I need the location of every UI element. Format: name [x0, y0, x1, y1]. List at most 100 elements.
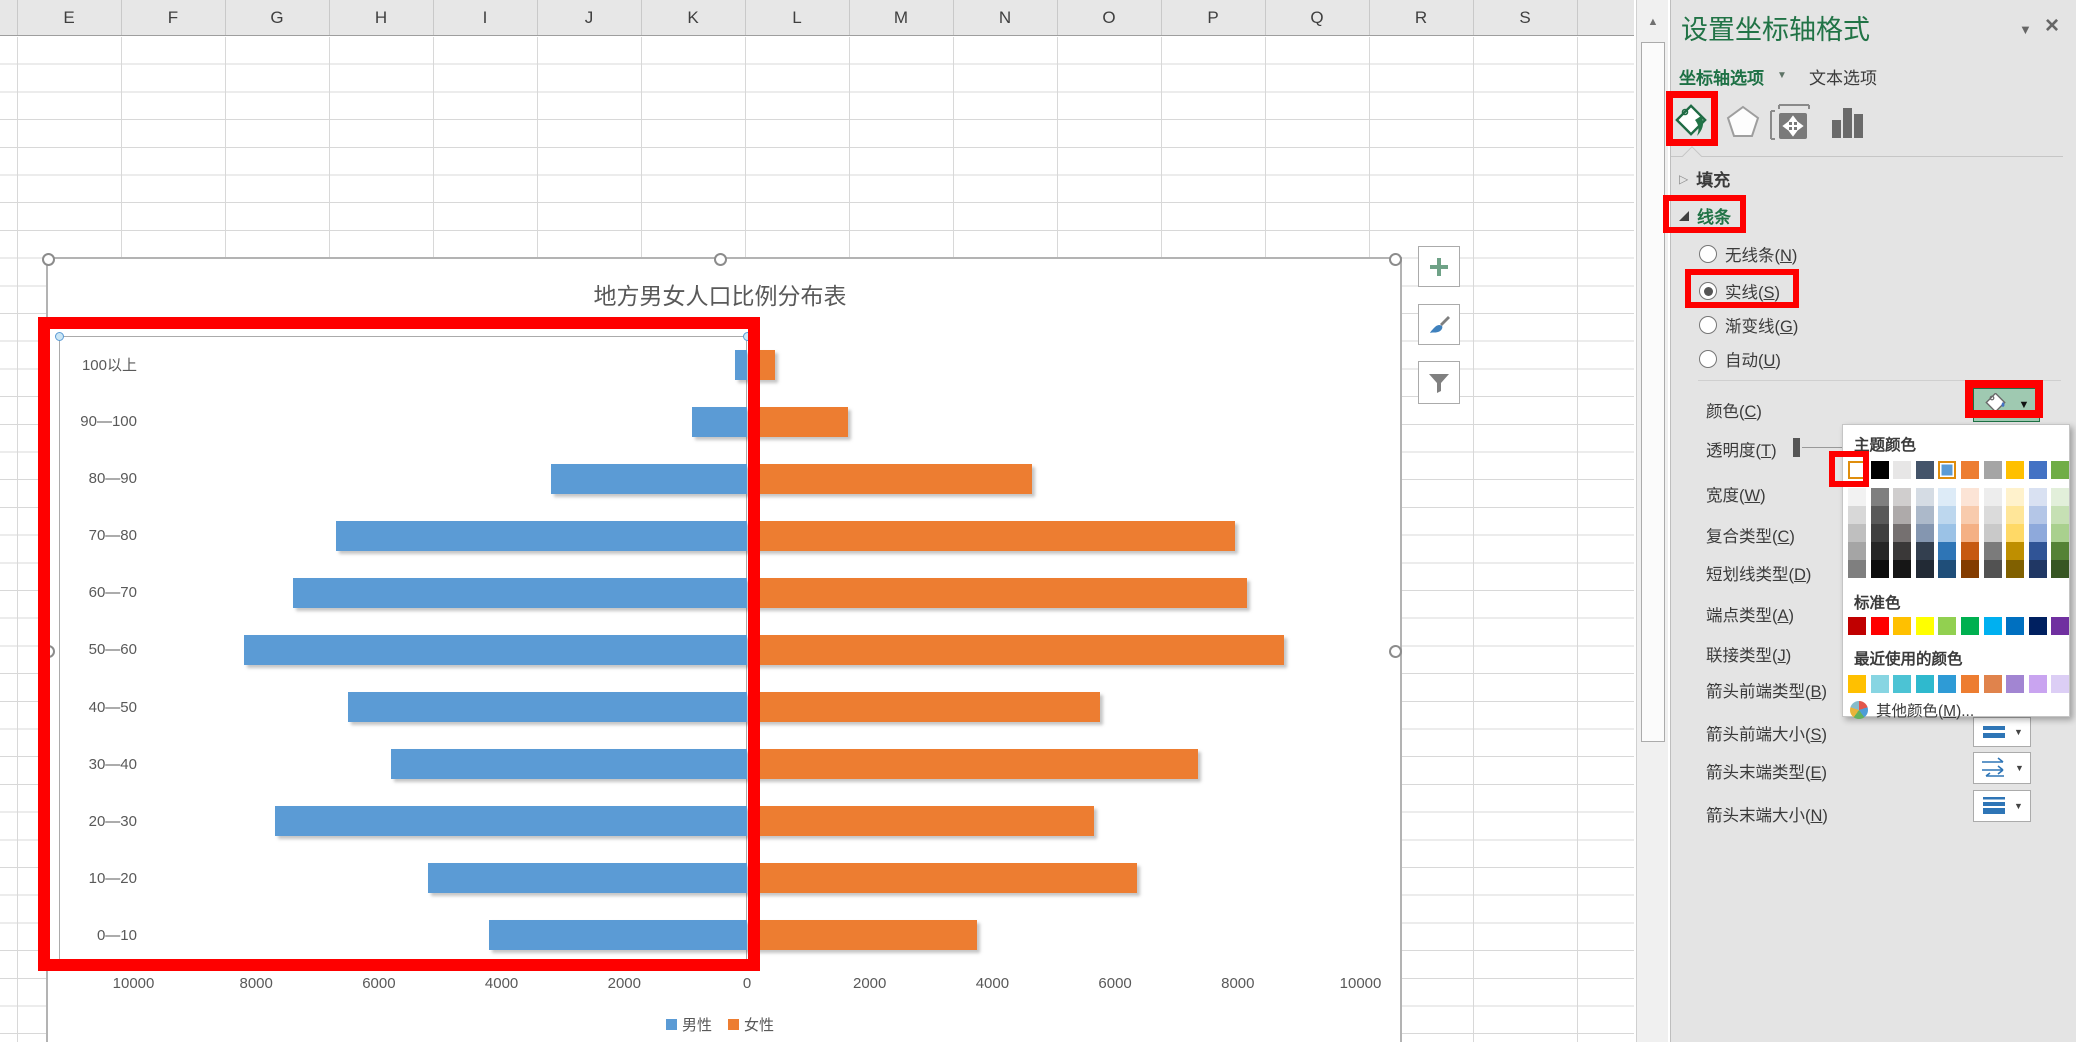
- transparency-slider-track[interactable]: [1802, 447, 1843, 448]
- axis-tick-label[interactable]: 0: [712, 975, 782, 992]
- chevron-down-icon[interactable]: ▼: [2019, 22, 2032, 37]
- color-swatch[interactable]: [1915, 524, 1934, 542]
- bar-male-50—60[interactable]: [243, 634, 747, 665]
- color-swatch[interactable]: [2006, 506, 2025, 524]
- color-swatch[interactable]: [2028, 675, 2047, 693]
- fill-section-header[interactable]: ▷ 填充: [1679, 166, 1730, 191]
- color-swatch[interactable]: [2006, 461, 2025, 479]
- close-icon[interactable]: ×: [2045, 12, 2059, 40]
- axis-tick-label[interactable]: 8000: [221, 975, 291, 992]
- color-swatch[interactable]: [2051, 617, 2070, 635]
- color-swatch[interactable]: [2028, 617, 2047, 635]
- bar-female-70—80[interactable]: [750, 520, 1235, 551]
- radio-实线(S)[interactable]: 实线(S): [1699, 279, 1780, 303]
- category-label[interactable]: 90—100: [56, 393, 137, 450]
- bar-male-0—10[interactable]: [489, 920, 747, 951]
- fill-line-tab[interactable]: [1671, 96, 1717, 148]
- category-label[interactable]: 20—30: [56, 793, 137, 850]
- color-swatch[interactable]: [1915, 560, 1934, 578]
- chart-resize-handle[interactable]: [1389, 645, 1402, 658]
- bar-male-30—40[interactable]: [391, 749, 747, 780]
- line-color-button[interactable]: ▼: [1973, 388, 2040, 422]
- color-swatch[interactable]: [2051, 506, 2070, 524]
- color-swatch[interactable]: [1848, 560, 1866, 578]
- scrollbar-up-button[interactable]: ▲: [1640, 8, 1666, 36]
- tab-dropdown-icon[interactable]: ▼: [1777, 70, 1787, 81]
- color-swatch[interactable]: [2006, 488, 2025, 506]
- category-label[interactable]: 100以上: [56, 336, 137, 393]
- category-label[interactable]: 10—20: [56, 850, 137, 907]
- color-swatch[interactable]: [1848, 542, 1866, 560]
- radio-circle[interactable]: [1699, 350, 1717, 368]
- scrollbar-thumb[interactable]: [1641, 42, 1665, 742]
- color-swatch[interactable]: [1915, 675, 1934, 693]
- column-header-K[interactable]: K: [641, 0, 745, 36]
- axis-tick-label[interactable]: 2000: [835, 975, 905, 992]
- bar-male-10—20[interactable]: [427, 863, 747, 894]
- column-header-L[interactable]: L: [745, 0, 849, 36]
- radio-circle[interactable]: [1699, 316, 1717, 334]
- color-swatch[interactable]: [2051, 488, 2070, 506]
- axis-options-tab[interactable]: [1825, 96, 1871, 148]
- color-swatch[interactable]: [1870, 524, 1889, 542]
- tab-text-options[interactable]: 文本选项: [1809, 64, 1877, 89]
- color-swatch[interactable]: [1893, 506, 1912, 524]
- color-swatch[interactable]: [2006, 675, 2025, 693]
- color-swatch[interactable]: [1848, 617, 1866, 635]
- color-swatch[interactable]: [2028, 506, 2047, 524]
- effects-tab[interactable]: [1720, 96, 1766, 148]
- bar-female-40—50[interactable]: [750, 692, 1100, 723]
- legend-item-男性[interactable]: 男性: [665, 1014, 712, 1035]
- bar-male-80—90[interactable]: [550, 463, 747, 494]
- column-header-N[interactable]: N: [953, 0, 1057, 36]
- color-swatch[interactable]: [2028, 461, 2047, 479]
- color-swatch[interactable]: [1983, 488, 2002, 506]
- legend-item-女性[interactable]: 女性: [728, 1014, 774, 1035]
- color-swatch[interactable]: [1938, 617, 1957, 635]
- bar-female-30—40[interactable]: [750, 749, 1198, 780]
- color-swatch[interactable]: [1938, 542, 1957, 560]
- column-header-M[interactable]: M: [849, 0, 953, 36]
- category-label[interactable]: 80—90: [56, 450, 137, 507]
- bar-male-20—30[interactable]: [274, 806, 747, 837]
- color-swatch[interactable]: [1983, 675, 2002, 693]
- color-swatch[interactable]: [1848, 488, 1866, 506]
- chart-elements-button[interactable]: [1418, 246, 1460, 287]
- chart-title[interactable]: 地方男女人口比例分布表: [48, 277, 1392, 311]
- color-swatch[interactable]: [1893, 675, 1912, 693]
- color-swatch[interactable]: [1915, 506, 1934, 524]
- axis-tick-label[interactable]: 8000: [1203, 975, 1273, 992]
- color-swatch[interactable]: [2028, 524, 2047, 542]
- bar-male-60—70[interactable]: [293, 577, 747, 608]
- color-swatch[interactable]: [1848, 524, 1866, 542]
- axis-tick-label[interactable]: 10000: [1326, 975, 1396, 992]
- chart-legend[interactable]: 男性 女性: [48, 1014, 1392, 1035]
- chart-styles-button[interactable]: [1418, 304, 1460, 345]
- color-swatch[interactable]: [1961, 488, 1979, 506]
- column-header-P[interactable]: P: [1161, 0, 1265, 36]
- column-headers[interactable]: EFGHIJKLMNOPQRS: [0, 0, 1634, 36]
- axis-tick-label[interactable]: 4000: [467, 975, 537, 992]
- axis-selection-handle[interactable]: [55, 960, 64, 969]
- axis-tick-label[interactable]: 4000: [957, 975, 1027, 992]
- color-swatch[interactable]: [1893, 488, 1912, 506]
- column-header-G[interactable]: G: [225, 0, 329, 36]
- arrow-end-size-dropdown[interactable]: ▼: [1973, 790, 2031, 822]
- axis-tick-label[interactable]: 6000: [344, 975, 414, 992]
- chart-filters-button[interactable]: [1418, 361, 1460, 404]
- bar-female-0—10[interactable]: [750, 920, 977, 951]
- bar-male-40—50[interactable]: [348, 692, 747, 723]
- column-header-H[interactable]: H: [329, 0, 433, 36]
- column-header-Q[interactable]: Q: [1265, 0, 1369, 36]
- chart-resize-handle[interactable]: [42, 253, 55, 266]
- color-swatch[interactable]: [1893, 560, 1912, 578]
- category-label[interactable]: 60—70: [56, 564, 137, 621]
- color-swatch[interactable]: [1870, 617, 1889, 635]
- axis-selection-handle[interactable]: [743, 332, 752, 341]
- color-swatch[interactable]: [1915, 488, 1934, 506]
- axis-selection-handle[interactable]: [55, 332, 64, 341]
- column-header-I[interactable]: I: [433, 0, 537, 36]
- color-swatch[interactable]: [1961, 524, 1979, 542]
- color-swatch[interactable]: [1938, 506, 1957, 524]
- line-section-header[interactable]: 线条: [1679, 203, 1731, 228]
